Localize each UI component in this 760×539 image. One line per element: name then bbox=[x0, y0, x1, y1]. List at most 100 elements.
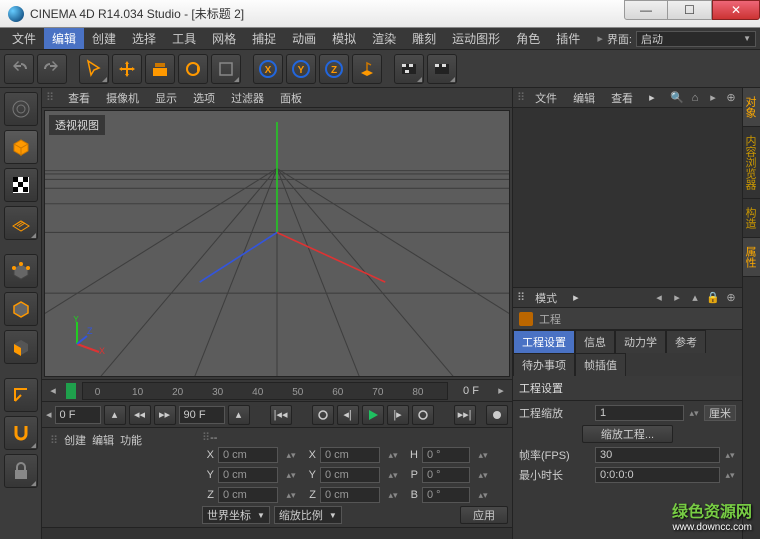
step-fwd-button[interactable]: |▸ bbox=[387, 405, 409, 425]
redo-button[interactable] bbox=[37, 54, 67, 84]
menu-mograph[interactable]: 运动图形 bbox=[444, 28, 508, 49]
pos-x-field[interactable]: 0 cm bbox=[218, 447, 278, 463]
forward-end-button[interactable]: ▸▸| bbox=[454, 405, 476, 425]
axis-tool-button[interactable] bbox=[4, 378, 38, 412]
menu-render[interactable]: 渲染 bbox=[364, 28, 404, 49]
select-tool-button[interactable] bbox=[79, 54, 109, 84]
rot-b-field[interactable]: 0 ° bbox=[422, 487, 470, 503]
goto-end-button[interactable]: ▸▸ bbox=[154, 405, 176, 425]
key-button[interactable] bbox=[486, 405, 508, 425]
undo-button[interactable] bbox=[4, 54, 34, 84]
object-tree[interactable] bbox=[513, 108, 742, 287]
snap-button[interactable] bbox=[4, 416, 38, 450]
attr-tab-todo[interactable]: 待办事项 bbox=[513, 353, 575, 376]
attr-mode-arrow[interactable]: ▸ bbox=[567, 290, 585, 305]
add-icon[interactable]: ⊕ bbox=[724, 91, 738, 104]
fps-field[interactable]: 30 bbox=[595, 447, 720, 463]
vp-menu-view[interactable]: 查看 bbox=[62, 89, 96, 107]
rtab-content[interactable]: 内容浏览器 bbox=[743, 127, 760, 199]
scale-tool-button[interactable] bbox=[145, 54, 175, 84]
new-icon[interactable]: ⊕ bbox=[724, 291, 738, 304]
mat-menu-create[interactable]: 创建 bbox=[64, 432, 86, 448]
nav-back-icon[interactable]: ◂ bbox=[652, 291, 666, 304]
timeline-next-icon[interactable]: ▸ bbox=[494, 384, 508, 397]
axis-y-button[interactable]: Y bbox=[286, 54, 316, 84]
nav-fwd-icon[interactable]: ▸ bbox=[670, 291, 684, 304]
timeline-track[interactable]: 0 10 20 30 40 50 60 70 80 bbox=[82, 382, 448, 400]
menu-edit[interactable]: 编辑 bbox=[44, 28, 84, 49]
timeline-prev-icon[interactable]: ◂ bbox=[46, 384, 60, 397]
attr-tab-interp[interactable]: 帧插值 bbox=[575, 353, 626, 376]
move-tool-button[interactable] bbox=[112, 54, 142, 84]
apply-button[interactable]: 应用 bbox=[460, 506, 508, 524]
menu-character[interactable]: 角色 bbox=[508, 28, 548, 49]
lock-button[interactable] bbox=[4, 454, 38, 488]
menu-snap[interactable]: 捕捉 bbox=[244, 28, 284, 49]
attr-mode-menu[interactable]: 模式 bbox=[529, 289, 563, 307]
polygon-mode-button[interactable] bbox=[4, 330, 38, 364]
pos-y-field[interactable]: 0 cm bbox=[218, 467, 278, 483]
mat-menu-edit[interactable]: 编辑 bbox=[92, 432, 114, 448]
vp-menu-camera[interactable]: 摄像机 bbox=[100, 89, 145, 107]
rtab-attributes[interactable]: 属性 bbox=[743, 238, 760, 277]
goto-start-button[interactable]: ◂◂ bbox=[129, 405, 151, 425]
play-button[interactable] bbox=[362, 405, 384, 425]
search-icon[interactable]: 🔍 bbox=[670, 91, 684, 104]
rtab-objects[interactable]: 对象 bbox=[743, 88, 760, 127]
nav-up-icon[interactable]: ▴ bbox=[688, 291, 702, 304]
scale-unit[interactable]: 厘米 bbox=[704, 405, 736, 421]
menu-file[interactable]: 文件 bbox=[4, 28, 44, 49]
vp-menu-display[interactable]: 显示 bbox=[149, 89, 183, 107]
loop-button[interactable] bbox=[312, 405, 334, 425]
home-icon[interactable]: ⌂ bbox=[688, 92, 702, 104]
workplane-button[interactable] bbox=[4, 206, 38, 240]
close-button[interactable]: ✕ bbox=[712, 0, 760, 20]
spin-up-icon[interactable]: ▴ bbox=[104, 405, 126, 425]
obj-menu-file[interactable]: 文件 bbox=[529, 89, 563, 107]
end-frame-field[interactable]: 90 F bbox=[179, 406, 225, 424]
mat-menu-func[interactable]: 功能 bbox=[120, 432, 142, 448]
attr-tab-ref[interactable]: 参考 bbox=[666, 330, 706, 353]
timeline-playhead[interactable] bbox=[66, 383, 76, 399]
spin-icon[interactable]: ▴▾ bbox=[282, 450, 300, 461]
recent-tool-button[interactable] bbox=[211, 54, 241, 84]
spin-up2-icon[interactable]: ▴ bbox=[228, 405, 250, 425]
rotate-tool-button[interactable] bbox=[178, 54, 208, 84]
attr-tab-info[interactable]: 信息 bbox=[575, 330, 615, 353]
menu-mesh[interactable]: 网格 bbox=[204, 28, 244, 49]
range-prev-icon[interactable]: ◂ bbox=[46, 408, 52, 421]
coord-space-select[interactable]: 世界坐标▼ bbox=[202, 506, 270, 524]
attr-tab-project[interactable]: 工程设置 bbox=[513, 330, 575, 353]
menu-plugins[interactable]: 插件 bbox=[548, 28, 588, 49]
lock-icon[interactable]: 🔒 bbox=[706, 291, 720, 304]
vp-menu-filter[interactable]: 过滤器 bbox=[225, 89, 270, 107]
menu-sculpt[interactable]: 雕刻 bbox=[404, 28, 444, 49]
step-back-button[interactable]: ◂| bbox=[337, 405, 359, 425]
make-editable-button[interactable] bbox=[4, 92, 38, 126]
spin-icon[interactable]: ▴▾ bbox=[688, 408, 700, 419]
size-z-field[interactable]: 0 cm bbox=[320, 487, 380, 503]
record-button[interactable] bbox=[412, 405, 434, 425]
scale-field[interactable]: 1 bbox=[595, 405, 684, 421]
rewind-button[interactable]: |◂◂ bbox=[270, 405, 292, 425]
menu-select[interactable]: 选择 bbox=[124, 28, 164, 49]
size-x-field[interactable]: 0 cm bbox=[320, 447, 380, 463]
start-frame-field[interactable]: 0 F bbox=[55, 406, 101, 424]
render-settings-button[interactable] bbox=[394, 54, 424, 84]
rot-p-field[interactable]: 0 ° bbox=[422, 467, 470, 483]
model-mode-button[interactable] bbox=[4, 130, 38, 164]
pos-z-field[interactable]: 0 cm bbox=[218, 487, 278, 503]
minimize-button[interactable]: — bbox=[624, 0, 668, 20]
eye-icon[interactable]: ▸ bbox=[706, 91, 720, 104]
menu-create[interactable]: 创建 bbox=[84, 28, 124, 49]
scale-project-button[interactable]: 缩放工程... bbox=[582, 425, 673, 443]
coord-system-button[interactable] bbox=[352, 54, 382, 84]
render-view-button[interactable] bbox=[427, 54, 457, 84]
rot-h-field[interactable]: 0 ° bbox=[422, 447, 470, 463]
size-y-field[interactable]: 0 cm bbox=[320, 467, 380, 483]
perspective-viewport[interactable]: 透视视图 Y X Z bbox=[44, 110, 510, 377]
attr-tab-dynamics[interactable]: 动力学 bbox=[615, 330, 666, 353]
scale-mode-select[interactable]: 缩放比例▼ bbox=[274, 506, 342, 524]
obj-menu-view[interactable]: 查看 bbox=[605, 89, 639, 107]
obj-menu-more[interactable]: ▸ bbox=[643, 90, 661, 105]
